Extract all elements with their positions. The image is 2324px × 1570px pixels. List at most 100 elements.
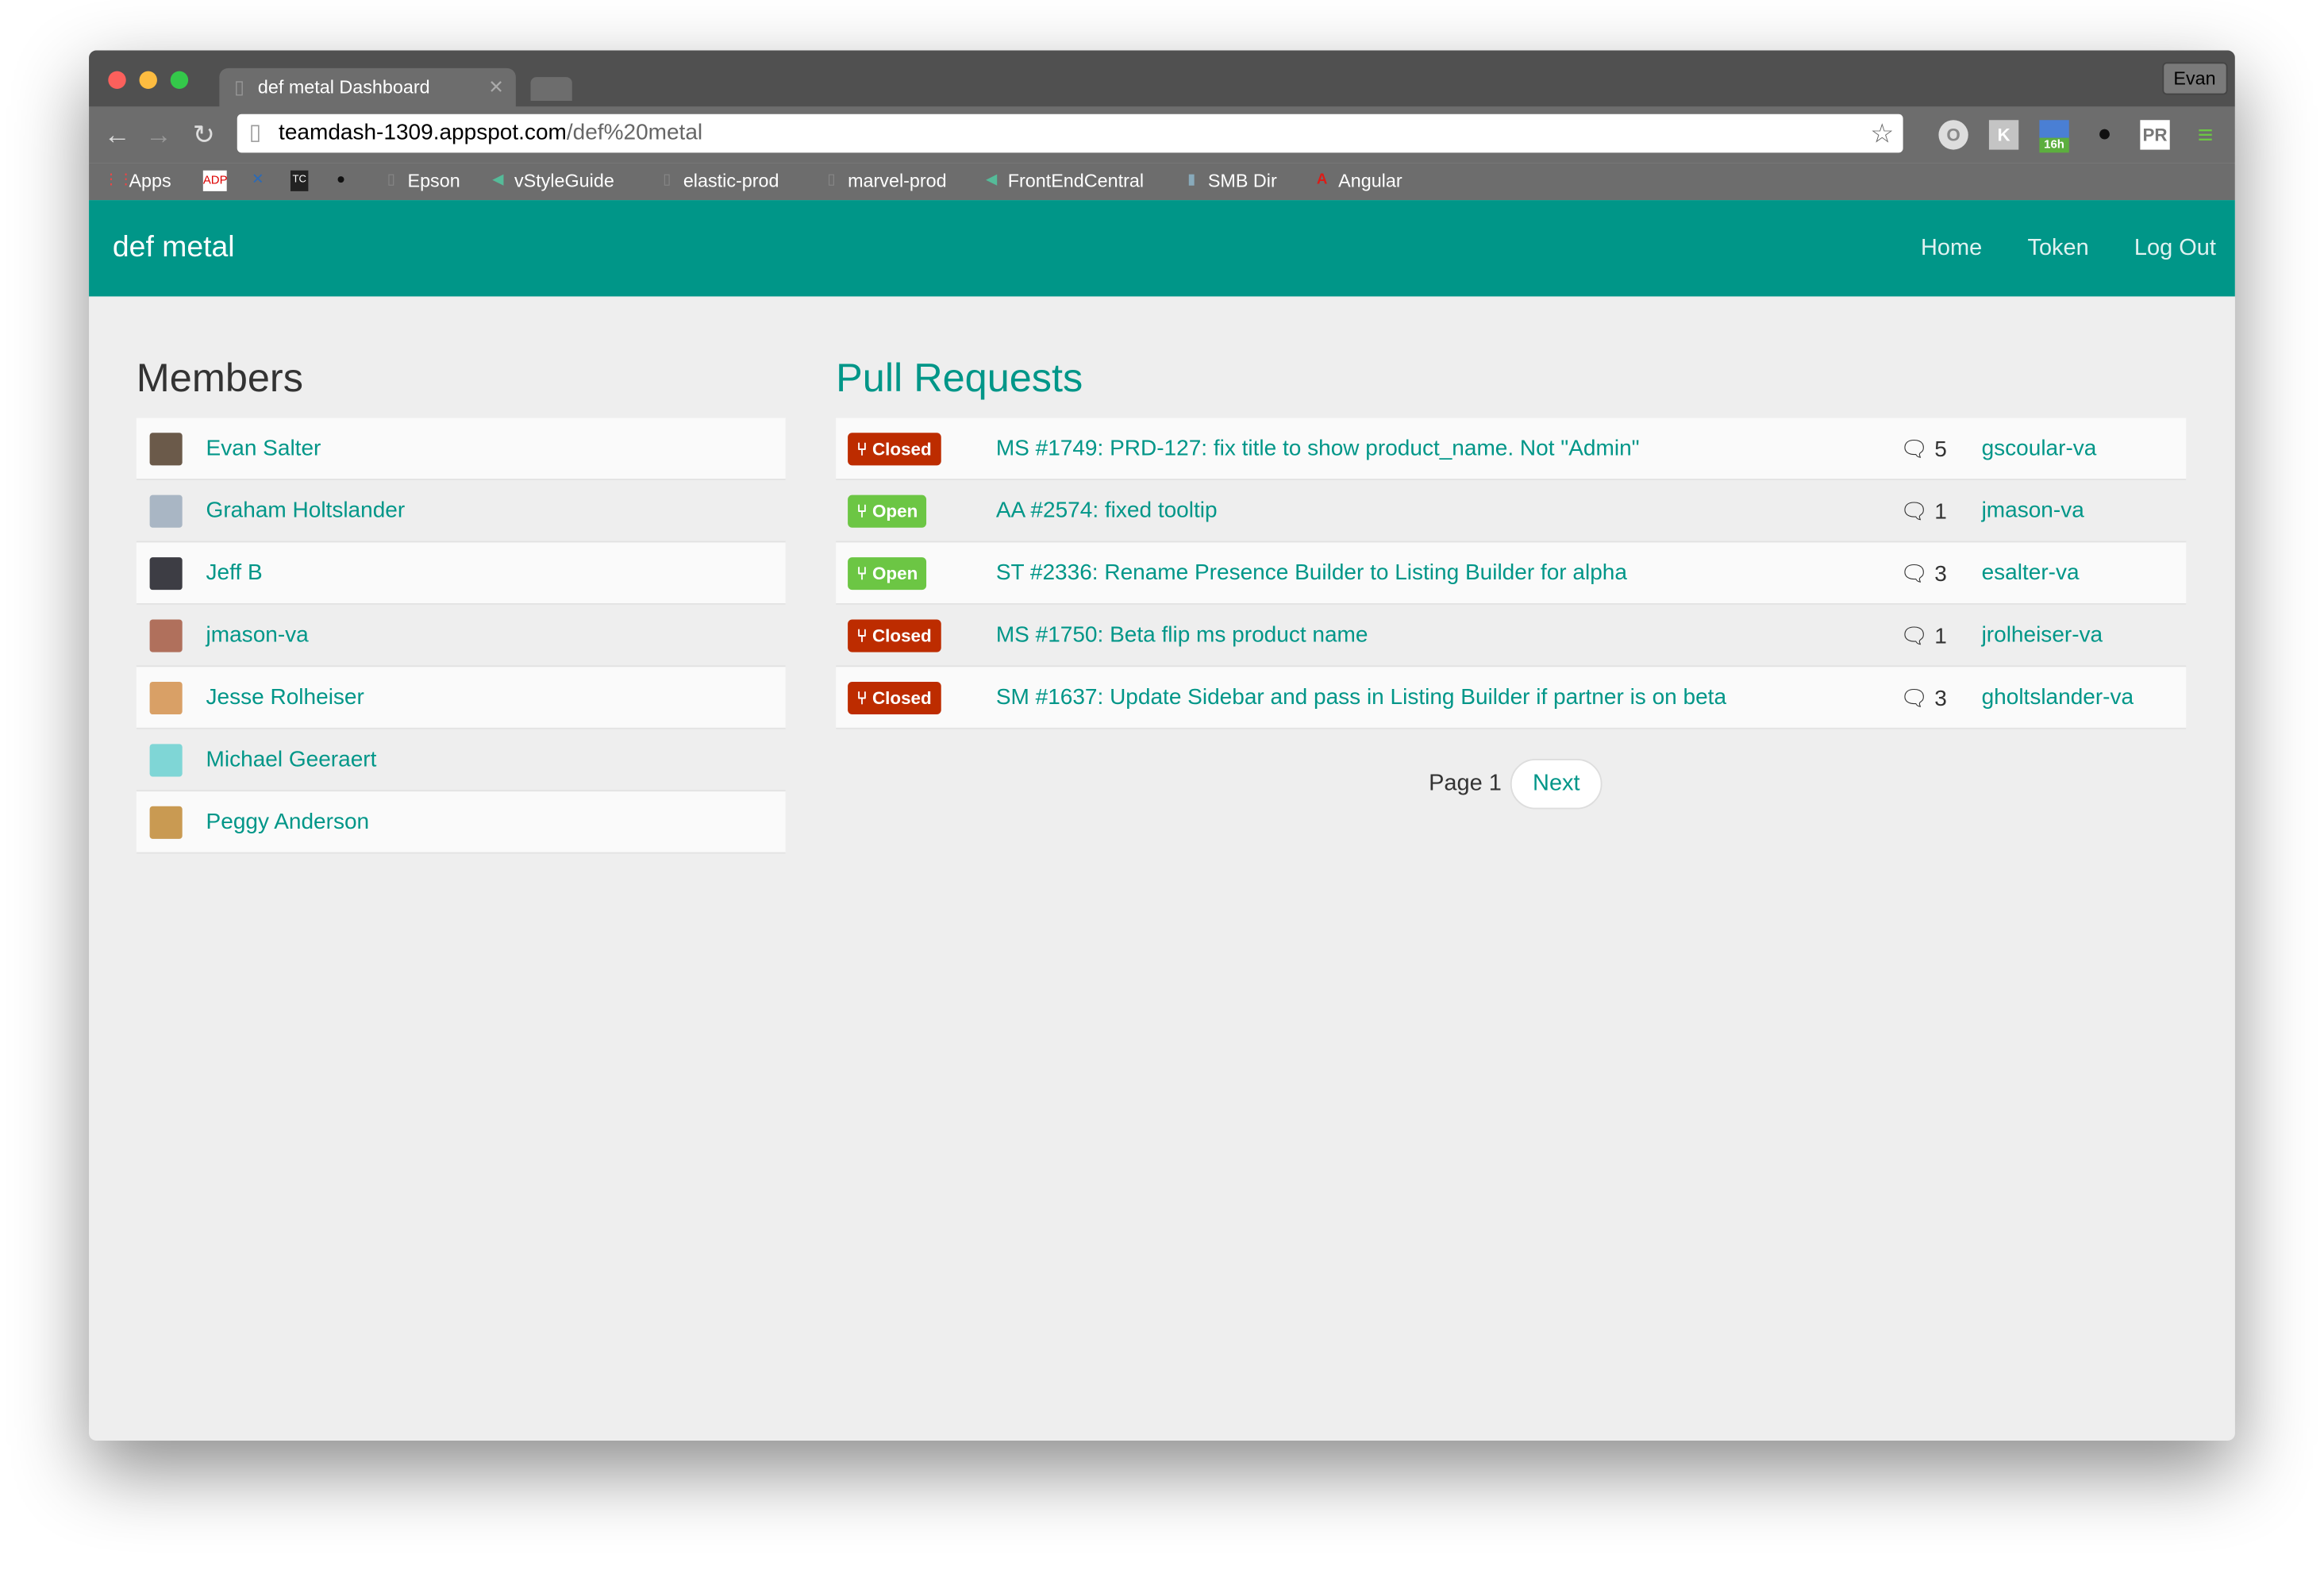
pull-request-title[interactable]: SM #1637: Update Sidebar and pass in Lis… [996, 685, 1726, 710]
browser-window: ▯ def metal Dashboard ✕ Evan ← → ↻ ▯ tea… [89, 50, 2235, 1441]
nav-token[interactable]: Token [2027, 236, 2088, 263]
pull-request-icon: ⑂ [856, 687, 872, 708]
comment-icon: 🗨︎ [1899, 685, 1935, 711]
bookmark-angular[interactable]: A Angular [1313, 171, 1402, 191]
author-link[interactable]: jmason-va [1982, 498, 2084, 523]
comment-count: 🗨︎ 3 [1899, 685, 1947, 711]
page-icon: ▯ [663, 171, 671, 189]
comment-icon: 🗨︎ [1899, 560, 1935, 587]
comment-icon: 🗨︎ [1899, 498, 1935, 525]
forward-icon[interactable]: → [145, 120, 172, 151]
member-name[interactable]: jmason-va [206, 622, 309, 648]
pull-request-row: ⑂ Closed MS #1749: PRD-127: fix title to… [836, 418, 2187, 481]
status-badge: ⑂ Open [848, 494, 927, 527]
maximize-window-button[interactable] [170, 71, 189, 90]
pull-request-row: ⑂ Open AA #2574: fixed tooltip 🗨︎ 1 jmas… [836, 480, 2187, 543]
comment-count: 🗨︎ 5 [1899, 436, 1947, 462]
pull-request-row: ⑂ Closed SM #1637: Update Sidebar and pa… [836, 667, 2187, 729]
avatar [149, 618, 183, 652]
apps-grid-icon: ⋮⋮ [103, 171, 134, 189]
reload-icon[interactable]: ↻ [193, 120, 215, 151]
avatar [149, 681, 183, 714]
member-row[interactable]: jmason-va [136, 605, 786, 668]
member-row[interactable]: Jesse Rolheiser [136, 667, 786, 729]
page-label: Page 1 [1429, 770, 1502, 796]
avatar [149, 432, 183, 465]
member-name[interactable]: Graham Holtslander [206, 498, 406, 523]
bookmark-jira[interactable]: ✕ [249, 171, 267, 191]
bookmark-elastic-prod[interactable]: ▯ elastic-prod [658, 171, 779, 191]
extension-k-icon[interactable]: K [1988, 120, 2019, 150]
new-tab-button[interactable] [530, 77, 572, 101]
author-link[interactable]: jrolheiser-va [1982, 622, 2103, 648]
member-row[interactable]: Evan Salter [136, 418, 786, 481]
back-icon[interactable]: ← [104, 120, 131, 151]
vstyle-icon: ◀ [986, 171, 998, 189]
github-extension-icon[interactable]: ● [2090, 120, 2119, 149]
extension-timer-badge: 16h [2039, 137, 2069, 153]
tab-bar: ▯ def metal Dashboard ✕ Evan [89, 50, 2235, 107]
browser-tab[interactable]: ▯ def metal Dashboard ✕ [219, 67, 516, 107]
page-icon: ▯ [234, 77, 244, 98]
comment-icon: 🗨︎ [1899, 436, 1935, 462]
bookmark-smb-dir[interactable]: ▮ SMB Dir [1183, 171, 1277, 191]
bookmark-teamcity[interactable]: TC [290, 170, 309, 191]
bookmark-apps[interactable]: ⋮⋮ Apps [104, 171, 171, 191]
comment-count: 🗨︎ 1 [1899, 623, 1947, 648]
member-row[interactable]: Peggy Anderson [136, 791, 786, 854]
status-badge: ⑂ Open [848, 556, 927, 590]
author-link[interactable]: esalter-va [1982, 560, 2080, 586]
bookmark-frontendcentral[interactable]: ◀ FrontEndCentral [983, 171, 1144, 191]
author-link[interactable]: gholtslander-va [1982, 685, 2134, 710]
nav-log-out[interactable]: Log Out [2134, 236, 2216, 263]
tab-title: def metal Dashboard [257, 77, 430, 98]
pull-request-title[interactable]: MS #1750: Beta flip ms product name [996, 622, 1368, 648]
extension-ring-icon[interactable]: O [1938, 120, 1968, 150]
pull-request-title[interactable]: AA #2574: fixed tooltip [996, 498, 1218, 523]
bookmark-epson[interactable]: ▯ Epson [383, 171, 460, 191]
pull-request-title[interactable]: ST #2336: Rename Presence Builder to Lis… [996, 560, 1627, 586]
pull-request-row: ⑂ Open ST #2336: Rename Presence Builder… [836, 542, 2187, 605]
pull-request-title[interactable]: MS #1749: PRD-127: fix title to show pro… [996, 436, 1640, 461]
address-bar[interactable]: ▯ teamdash-1309.appspot.com/def%20metal … [237, 114, 1903, 153]
bookmark-vstyleguide[interactable]: ◀ vStyleGuide [489, 171, 614, 191]
members-heading: Members [136, 356, 303, 401]
member-name[interactable]: Evan Salter [206, 436, 321, 461]
bookmark-adp[interactable]: ADP [202, 170, 228, 191]
avatar [149, 494, 183, 527]
comment-count: 🗨︎ 1 [1899, 498, 1947, 525]
comment-icon: 🗨︎ [1899, 623, 1935, 648]
pagination: Page 1 Next [1429, 759, 1603, 810]
close-window-button[interactable] [108, 71, 126, 90]
adp-icon: ADP [202, 170, 228, 191]
page-icon: ▯ [248, 120, 262, 145]
brand-link[interactable]: def metal [113, 231, 235, 265]
next-page-button[interactable]: Next [1510, 759, 1603, 810]
close-tab-icon[interactable]: ✕ [488, 68, 504, 107]
comment-count: 🗨︎ 3 [1899, 560, 1947, 587]
menu-icon[interactable]: ≡ [2191, 120, 2220, 149]
member-name[interactable]: Jeff B [206, 560, 263, 586]
page-icon: ▯ [827, 171, 836, 189]
bookmark-marvel-prod[interactable]: ▯ marvel-prod [822, 171, 946, 191]
extension-pr-icon[interactable]: PR [2140, 120, 2170, 150]
member-name[interactable]: Michael Geeraert [206, 747, 377, 772]
angular-icon: A [1316, 171, 1328, 189]
member-row[interactable]: Graham Holtslander [136, 480, 786, 543]
browser-toolbar: ← → ↻ ▯ teamdash-1309.appspot.com/def%20… [89, 106, 2235, 164]
member-name[interactable]: Peggy Anderson [206, 810, 370, 835]
bookmark-github[interactable]: ● [332, 171, 349, 191]
minimize-window-button[interactable] [139, 71, 157, 90]
member-row[interactable]: Michael Geeraert [136, 729, 786, 792]
status-badge: ⑂ Closed [848, 681, 941, 714]
author-link[interactable]: gscoular-va [1982, 436, 2097, 461]
pull-request-icon: ⑂ [856, 562, 872, 583]
profile-button[interactable]: Evan [2161, 62, 2228, 95]
pull-requests-heading: Pull Requests [836, 356, 1083, 401]
pull-request-row: ⑂ Closed MS #1750: Beta flip ms product … [836, 605, 2187, 668]
bookmark-star-icon[interactable]: ☆ [1870, 114, 1894, 153]
nav-home[interactable]: Home [1921, 236, 1982, 263]
member-name[interactable]: Jesse Rolheiser [206, 685, 364, 710]
status-badge: ⑂ Closed [848, 618, 941, 652]
member-row[interactable]: Jeff B [136, 542, 786, 605]
